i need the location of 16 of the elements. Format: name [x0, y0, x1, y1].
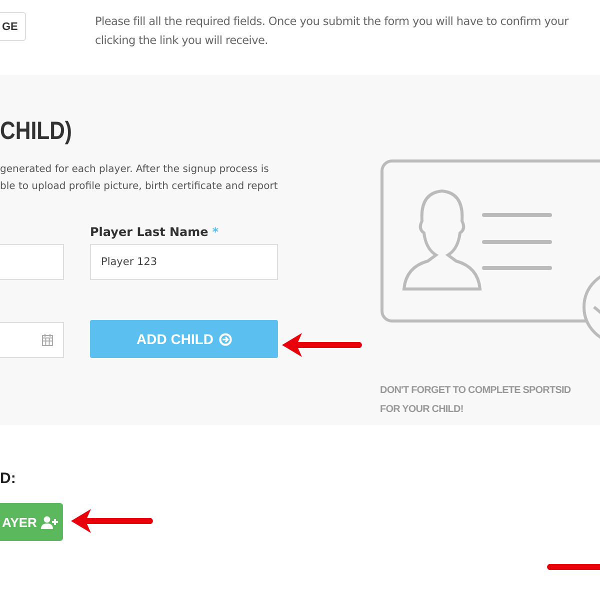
- reminder-text: DON'T FORGET TO COMPLETE SPORTSID: [380, 384, 572, 398]
- reminder-text: FOR YOUR CHILD!: [380, 403, 464, 417]
- section-heading: D:: [0, 470, 16, 487]
- description-text: ble to upload profile picture, birth certificate and report: [0, 180, 279, 194]
- description-text: generated for each player. After the signup process is: [0, 163, 270, 177]
- date-field[interactable]: [0, 322, 64, 358]
- notice-text: clicking the link you will receive.: [95, 33, 269, 49]
- notice-text: Please fill all the required fields. Once you submit the form you will have to confirm your: [95, 14, 568, 30]
- field-label: Player Last Name *: [90, 225, 220, 239]
- user-plus-icon: [40, 516, 59, 528]
- calendar-icon: [42, 334, 53, 346]
- arrow-circle-icon: [218, 332, 232, 346]
- section-heading: CHILD): [0, 117, 73, 146]
- page-button[interactable]: GE: [0, 12, 26, 41]
- input-field[interactable]: [0, 244, 64, 280]
- input-field[interactable]: Player 123: [90, 244, 278, 280]
